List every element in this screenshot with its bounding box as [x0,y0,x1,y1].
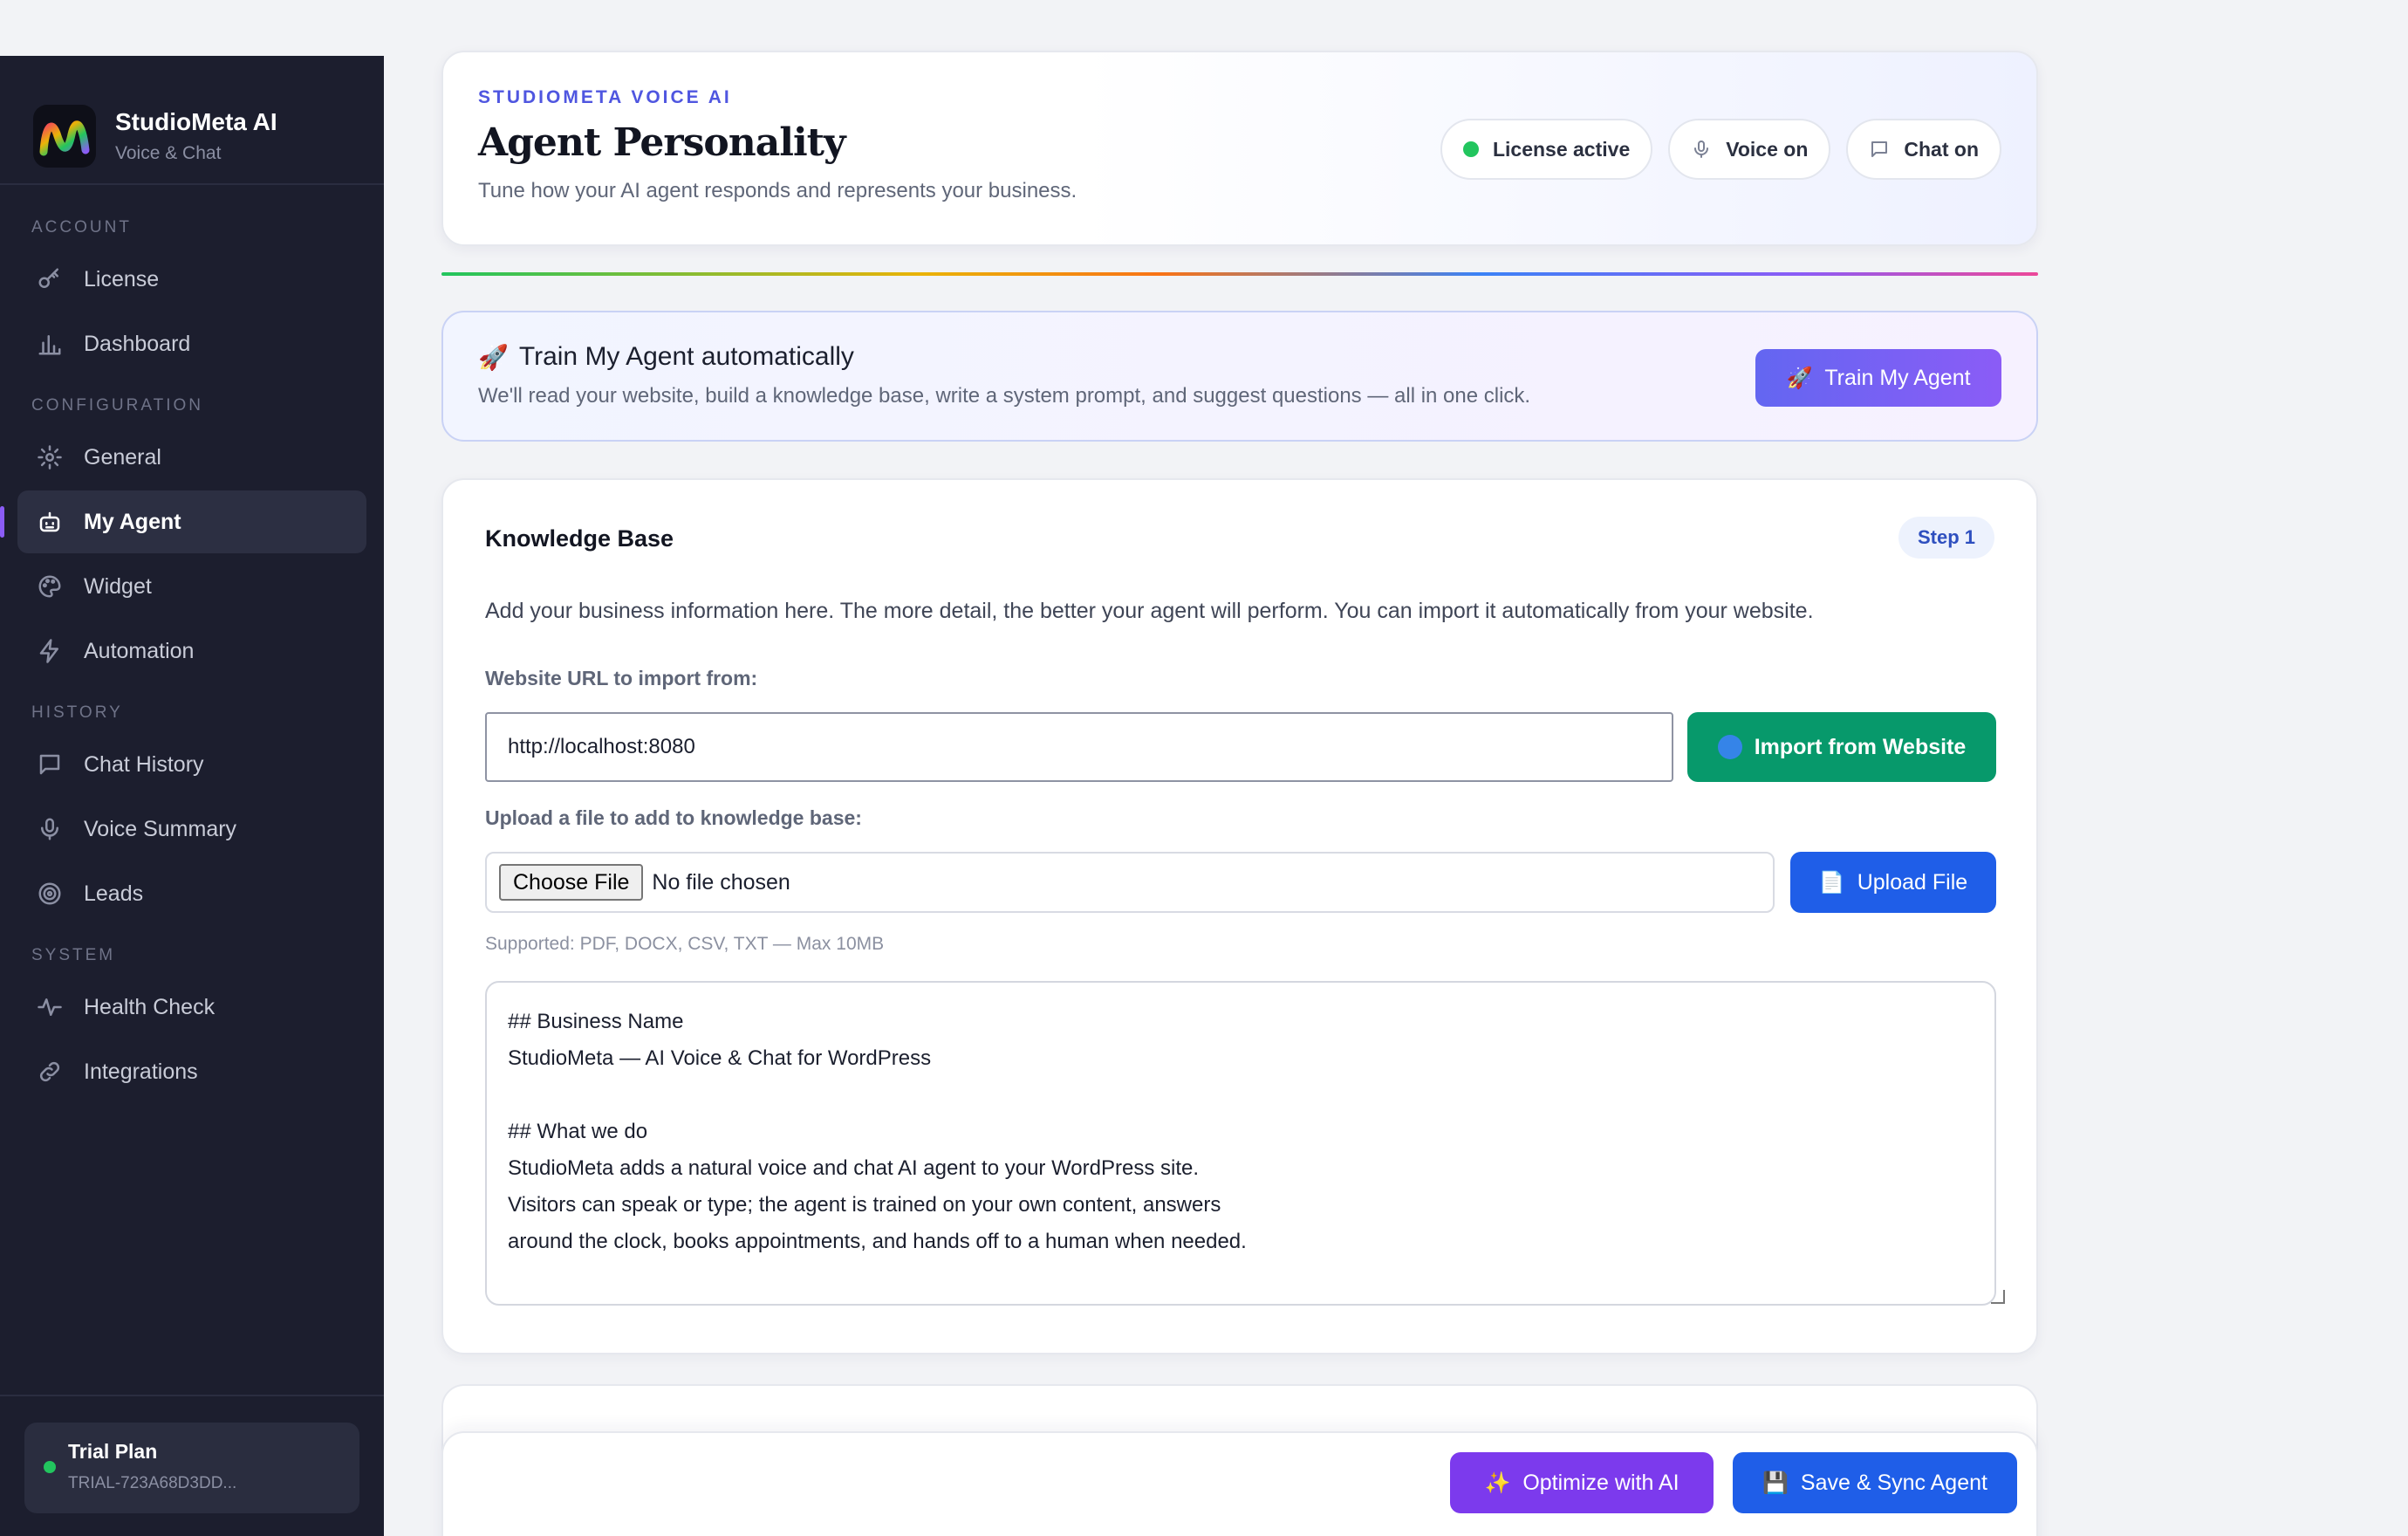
sidebar-item-label: Chat History [84,751,204,777]
globe-icon [1717,735,1742,759]
voice-status-pill[interactable]: Voice on [1668,119,1831,180]
sidebar-item-label: Dashboard [84,331,191,356]
sidebar-item-leads[interactable]: Leads [17,862,366,925]
website-url-label: Website URL to import from: [485,667,758,689]
save-sync-agent-button[interactable]: 💾 Save & Sync Agent [1733,1452,2017,1513]
textarea-resize-handle[interactable] [1991,1290,2005,1304]
file-input: Choose File No file chosen [485,852,1775,913]
optimize-button-label: Optimize with AI [1522,1470,1679,1495]
sidebar-item-label: Leads [84,881,144,906]
sidebar-item-label: Integrations [84,1059,198,1084]
plan-footer: Trial Plan TRIAL-723A68D3DD... [0,1395,384,1536]
chat-status-pill[interactable]: Chat on [1846,119,2001,180]
save-button-label: Save & Sync Agent [1800,1470,1987,1495]
sidebar-item-label: Health Check [84,994,215,1019]
status-dot-icon [1462,141,1479,157]
rainbow-divider [441,272,2038,276]
target-icon [35,879,65,909]
rocket-icon: 🚀 [478,343,509,371]
knowledge-base-title: Knowledge Base [485,525,674,552]
sidebar-item-health-check[interactable]: Health Check [17,976,366,1039]
robot-icon [35,507,65,537]
key-icon [35,264,65,294]
file-input-status: No file chosen [652,869,790,895]
microphone-icon [35,814,65,844]
chat-status-label: Chat on [1904,137,1979,161]
bar-chart-icon [35,329,65,359]
sticky-action-bar: ✨ Optimize with AI 💾 Save & Sync Agent [441,1431,2038,1536]
train-button-label: Train My Agent [1824,365,1971,390]
rocket-icon: 🚀 [1786,366,1813,390]
train-my-agent-button[interactable]: 🚀 Train My Agent [1755,349,2001,407]
optimize-with-ai-button[interactable]: ✨ Optimize with AI [1450,1452,1714,1513]
plan-status-dot [44,1461,56,1473]
step-badge: Step 1 [1898,517,1994,559]
sidebar-item-label: Automation [84,638,195,663]
sparkles-icon: ✨ [1484,1471,1511,1495]
sidebar-item-label: Voice Summary [84,816,237,841]
nav-section-history: HISTORY [31,703,123,722]
knowledge-base-description: Add your business information here. The … [485,599,1814,623]
sidebar-item-widget[interactable]: Widget [17,555,366,618]
floppy-disk-icon: 💾 [1762,1471,1789,1495]
document-icon: 📄 [1818,870,1845,895]
lightning-icon [35,636,65,666]
sidebar-item-label: Widget [84,573,152,599]
brand: StudioMeta AI Voice & Chat [0,56,384,185]
plan-license-key: TRIAL-723A68D3DD... [68,1474,237,1492]
knowledge-base-card: Knowledge Base Step 1 Add your business … [441,478,2038,1354]
import-button-label: Import from Website [1754,734,1967,759]
license-status-pill[interactable]: License active [1440,119,1653,180]
gear-icon [35,442,65,472]
status-pills: License active Voice on Chat on [1440,119,2001,180]
voice-status-label: Voice on [1726,137,1809,161]
upload-file-button[interactable]: 📄 Upload File [1790,852,1996,913]
sidebar: StudioMeta AI Voice & Chat ACCOUNT Licen… [0,56,384,1536]
brand-subtitle: Voice & Chat [115,143,222,163]
plan-card[interactable]: Trial Plan TRIAL-723A68D3DD... [24,1423,359,1513]
sidebar-item-label: License [84,266,160,291]
sidebar-item-label: General [84,444,161,470]
sidebar-item-chat-history[interactable]: Chat History [17,733,366,796]
website-url-input[interactable]: http://localhost:8080 [485,712,1673,782]
plan-name: Trial Plan [68,1440,158,1463]
page-eyebrow: STUDIOMETA VOICE AI [478,87,732,107]
chat-bubble-icon [35,750,65,779]
sidebar-item-my-agent[interactable]: My Agent [0,490,366,553]
link-icon [35,1057,65,1087]
import-from-website-button[interactable]: Import from Website [1687,712,1996,782]
brand-name: StudioMeta AI [115,108,277,135]
chat-bubble-icon [1871,141,1888,157]
brand-logo-icon [33,105,96,168]
upload-button-label: Upload File [1857,869,1968,895]
palette-icon [35,572,65,601]
sidebar-item-license[interactable]: License [17,248,366,311]
sidebar-item-voice-summary[interactable]: Voice Summary [17,798,366,861]
license-status-label: License active [1492,137,1631,161]
page-header: STUDIOMETA VOICE AI Agent Personality Tu… [441,51,2038,246]
knowledge-base-textarea[interactable]: ## Business Name StudioMeta — AI Voice &… [485,981,1996,1306]
sidebar-item-dashboard[interactable]: Dashboard [17,312,366,375]
nav-section-account: ACCOUNT [31,218,132,237]
pulse-icon [35,992,65,1022]
page-subtitle: Tune how your AI agent responds and repr… [478,179,1077,202]
microphone-icon [1694,141,1709,158]
nav-section-system: SYSTEM [31,946,116,964]
sidebar-item-integrations[interactable]: Integrations [17,1040,366,1103]
upload-file-label: Upload a file to add to knowledge base: [485,806,862,829]
sidebar-item-automation[interactable]: Automation [17,620,366,682]
sidebar-item-label: My Agent [84,509,181,534]
train-title: Train My Agent automatically [518,342,854,371]
choose-file-button[interactable]: Choose File [499,864,644,901]
sidebar-item-general[interactable]: General [17,426,366,489]
train-agent-banner: 🚀 Train My Agent automatically We'll rea… [441,311,2038,442]
supported-formats-hint: Supported: PDF, DOCX, CSV, TXT — Max 10M… [485,934,885,954]
nav-section-configuration: CONFIGURATION [31,396,203,415]
